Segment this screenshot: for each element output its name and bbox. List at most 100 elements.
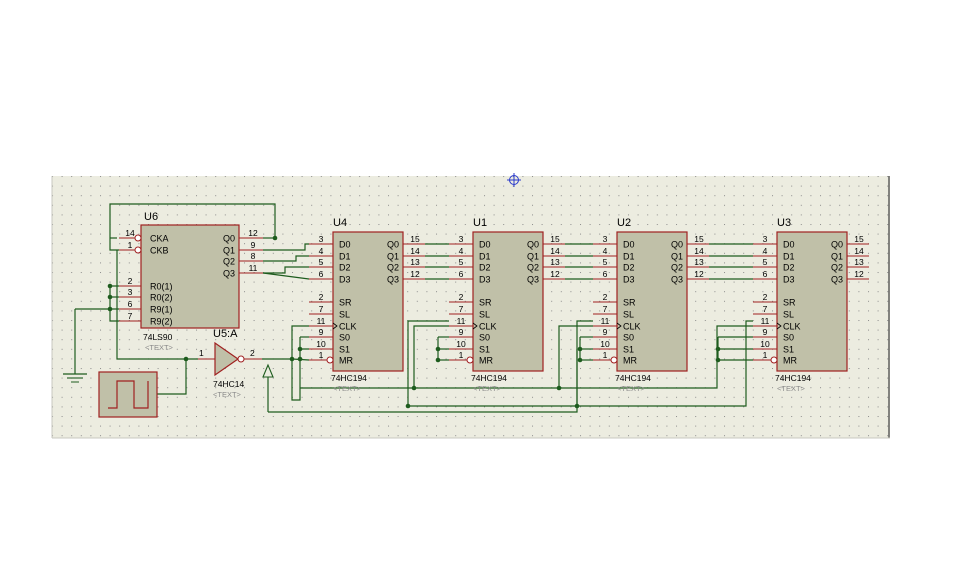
pin-name: CLK [339, 322, 357, 332]
pin-name: D1 [339, 252, 351, 262]
junction-dot [405, 403, 411, 409]
pin-name: S0 [479, 333, 490, 343]
register-text-label: <TEXT> [473, 384, 502, 393]
inverter-out-pin-number: 2 [250, 348, 255, 358]
pin-name: CLK [783, 322, 801, 332]
pin-name: MR [339, 356, 353, 366]
pin-number: 1 [128, 240, 133, 250]
junction-dot [107, 306, 113, 312]
pin-number: 1 [603, 350, 608, 360]
pin-number: 6 [459, 269, 464, 279]
pin-name: D3 [783, 275, 795, 285]
pin-number: 1 [459, 350, 464, 360]
pin-number: 15 [550, 234, 560, 244]
pin-number: 7 [459, 304, 464, 314]
pin-name: SR [339, 298, 352, 308]
pin-name: Q2 [671, 263, 683, 273]
pin-number: 15 [694, 234, 704, 244]
pin-number: 5 [459, 257, 464, 267]
pin-number: 11 [457, 316, 466, 326]
pin-number: 11 [249, 263, 258, 273]
junction-dot [183, 356, 189, 362]
pin-name: Q3 [831, 275, 843, 285]
pin-name: D2 [479, 263, 491, 273]
pin-number: 12 [248, 228, 258, 238]
pin-number: 7 [128, 311, 133, 321]
register-text-label: <TEXT> [333, 384, 362, 393]
pin-name: D2 [783, 263, 795, 273]
register-ref-label: U3 [777, 217, 791, 229]
pin-name: S1 [339, 345, 350, 355]
pin-name: Q1 [831, 252, 843, 262]
pin-number: 2 [319, 292, 324, 302]
pin-number: 11 [317, 316, 326, 326]
pin-number: 9 [319, 327, 324, 337]
pin-name: MR [783, 356, 797, 366]
junction-dot [556, 385, 562, 391]
junction-dot [574, 403, 580, 409]
pin-number: 11 [601, 316, 610, 326]
counter-value-label: 74LS90 [143, 332, 173, 342]
pin-number: 11 [761, 316, 770, 326]
pin-name: Q2 [527, 263, 539, 273]
pin-name: S0 [783, 333, 794, 343]
junction-dot [297, 356, 303, 362]
pin-name: R0(2) [150, 293, 173, 303]
pin-number: 10 [456, 339, 466, 349]
pin-name: S1 [783, 345, 794, 355]
pin-name: SL [783, 310, 794, 320]
junction-dot [107, 294, 113, 300]
inverter-text-label: <TEXT> [213, 390, 242, 399]
pin-name: MR [479, 356, 493, 366]
pin-name: SL [339, 310, 350, 320]
pin-number: 7 [603, 304, 608, 314]
pin-name: R9(2) [150, 317, 173, 327]
pin-name: Q2 [387, 263, 399, 273]
pin-name: R9(1) [150, 305, 173, 315]
pin-number: 13 [694, 257, 704, 267]
pin-name: CKB [150, 246, 169, 256]
pin-number: 7 [763, 304, 768, 314]
pin-number: 9 [763, 327, 768, 337]
pin-number: 9 [251, 240, 256, 250]
pin-name: S0 [623, 333, 634, 343]
pin-number: 4 [459, 246, 464, 256]
pin-number: 15 [410, 234, 420, 244]
register-text-label: <TEXT> [777, 384, 806, 393]
junction-dot [289, 356, 295, 362]
inverter-in-pin-number: 1 [199, 348, 204, 358]
pin-number: 4 [763, 246, 768, 256]
pin-number: 4 [319, 246, 324, 256]
register-ref-label: U2 [617, 217, 631, 229]
clock-source-icon[interactable] [98, 371, 158, 418]
pin-name: D2 [623, 263, 635, 273]
pin-name: D0 [623, 240, 635, 250]
pin-number: 12 [854, 269, 864, 279]
pin-number: 3 [603, 234, 608, 244]
pin-number: 3 [128, 287, 133, 297]
pin-name: D1 [479, 252, 491, 262]
pin-name: Q0 [223, 234, 235, 244]
pin-name: S1 [623, 345, 634, 355]
junction-dot [107, 283, 113, 289]
pin-name: SL [623, 310, 634, 320]
pin-number: 2 [128, 276, 133, 286]
pin-name: Q1 [387, 252, 399, 262]
pin-number: 10 [316, 339, 326, 349]
pin-name: D0 [339, 240, 351, 250]
register-value-label: 74HC194 [615, 373, 651, 383]
pin-number: 14 [125, 228, 135, 238]
junction-dot [272, 235, 278, 241]
pin-number: 12 [694, 269, 704, 279]
pin-number: 5 [603, 257, 608, 267]
pin-name: SL [479, 310, 490, 320]
register-value-label: 74HC194 [471, 373, 507, 383]
pin-number: 1 [763, 350, 768, 360]
pin-name: S1 [479, 345, 490, 355]
pin-number: 13 [854, 257, 864, 267]
pin-number: 14 [550, 246, 560, 256]
pin-number: 14 [410, 246, 420, 256]
pin-number: 3 [763, 234, 768, 244]
pin-name: D0 [783, 240, 795, 250]
schematic-canvas[interactable]: CKA14CKB1R0(1)2R0(2)3R9(1)6R9(2)7Q012Q19… [0, 0, 962, 564]
